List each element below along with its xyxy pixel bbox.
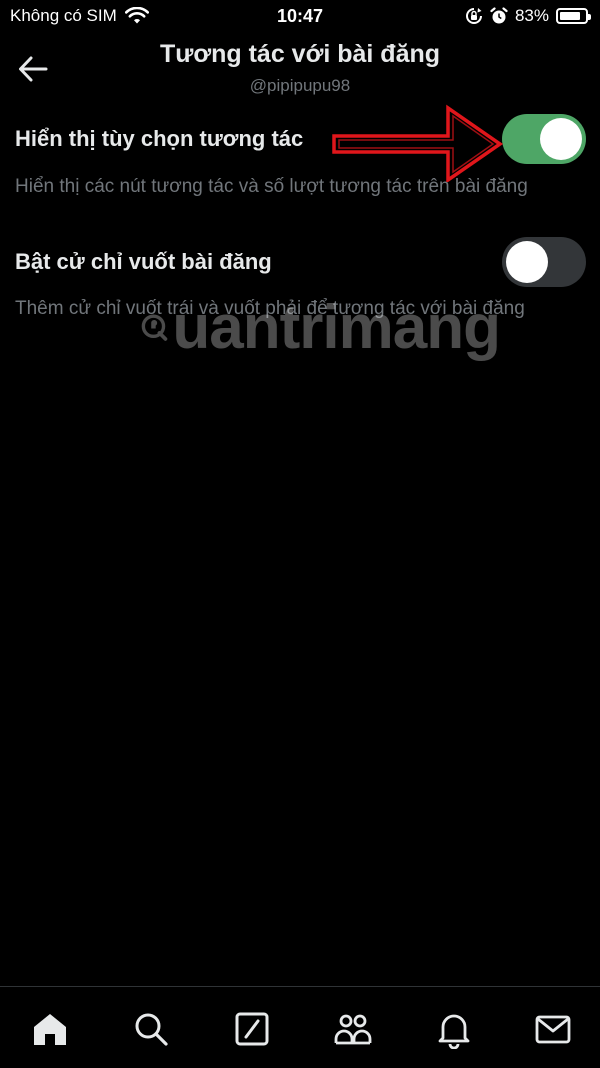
- page-subtitle: @pipipupu98: [249, 76, 351, 95]
- setting-label: Bật cử chỉ vuốt bài đăng: [15, 249, 272, 274]
- setting-swipe-gestures: Bật cử chỉ vuốt bài đăng Thêm cử chỉ vuố…: [0, 235, 600, 335]
- page-title: Tương tác với bài đăng: [159, 40, 441, 68]
- communities-icon[interactable]: [333, 1009, 373, 1049]
- swipe-gestures-toggle[interactable]: [502, 237, 586, 287]
- setting-label: Hiển thị tùy chọn tương tác: [15, 126, 304, 151]
- status-bar: Không có SIM 10:47 83%: [0, 0, 600, 34]
- red-arrow-annotation: [332, 104, 504, 182]
- battery-icon: [556, 8, 591, 24]
- setting-description: Thêm cử chỉ vuốt trái và vuốt phải để tư…: [15, 298, 525, 319]
- rotation-lock-icon: [465, 8, 482, 24]
- home-icon[interactable]: [30, 1009, 70, 1049]
- messages-icon[interactable]: [533, 1009, 573, 1049]
- compose-icon[interactable]: [232, 1009, 272, 1049]
- alarm-icon: [490, 7, 508, 24]
- header: Tương tác với bài đăng @pipipupu98: [0, 36, 600, 102]
- interaction-options-toggle[interactable]: [502, 114, 586, 164]
- tab-bar: [0, 986, 600, 1068]
- toggle-knob: [540, 118, 582, 160]
- setting-interaction-options: Hiển thị tùy chọn tương tác Hiển thị các…: [0, 112, 600, 212]
- battery-fill: [560, 12, 580, 20]
- status-right: 83%: [465, 6, 591, 26]
- search-icon[interactable]: [131, 1009, 171, 1049]
- toggle-knob: [506, 241, 548, 283]
- battery-percent: 83%: [514, 6, 549, 25]
- notifications-icon[interactable]: [434, 1009, 474, 1049]
